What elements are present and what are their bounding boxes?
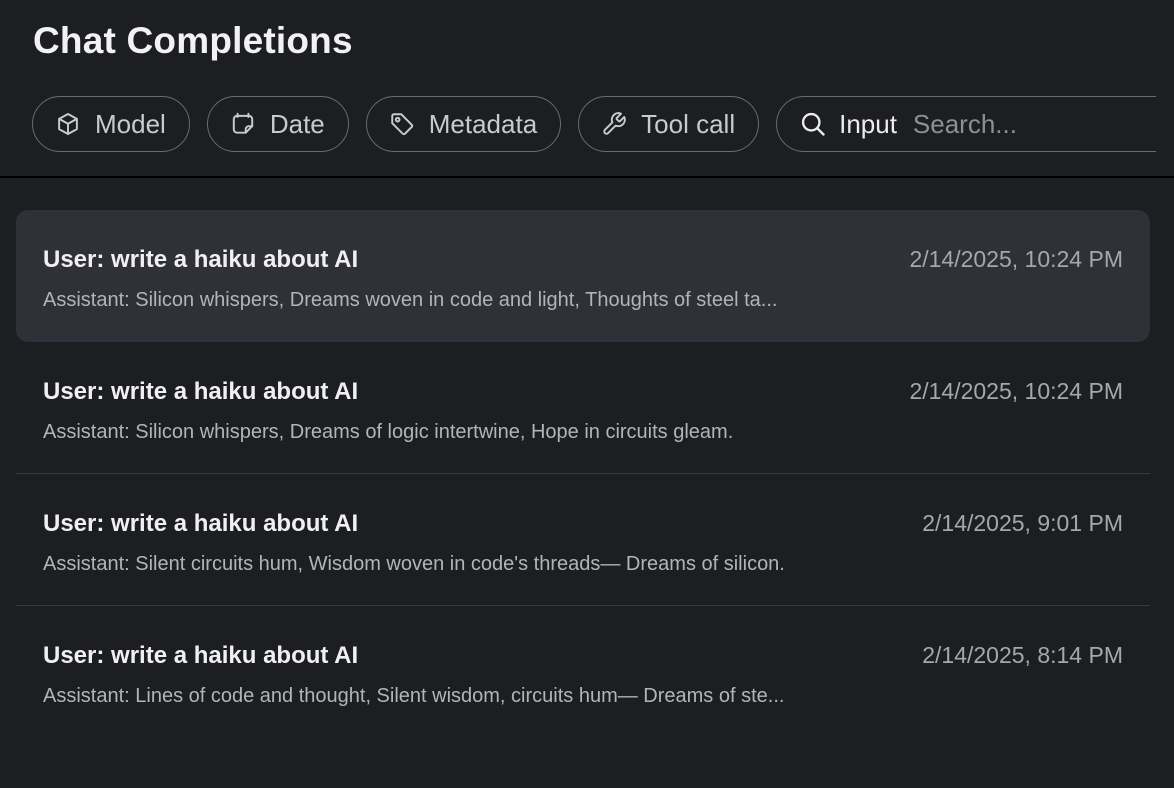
completion-timestamp: 2/14/2025, 10:24 PM xyxy=(909,378,1123,404)
search-icon xyxy=(799,110,827,138)
header-divider xyxy=(0,176,1174,178)
filter-bar: Model Date Metadata Tool call Input Sear… xyxy=(32,96,1157,152)
completion-timestamp: 2/14/2025, 9:01 PM xyxy=(922,510,1123,536)
tool-call-filter-label: Tool call xyxy=(641,108,736,139)
search-scope-label: Input xyxy=(839,108,897,139)
wrench-icon xyxy=(601,111,627,137)
user-message: User: write a haiku about AI xyxy=(43,510,359,537)
user-message: User: write a haiku about AI xyxy=(43,378,359,405)
date-filter-button[interactable]: Date xyxy=(206,96,349,152)
assistant-message: Assistant: Silicon whispers, Dreams wove… xyxy=(43,289,778,311)
page-header: Chat Completions Model Date Metadata Too… xyxy=(0,0,1174,178)
calendar-icon xyxy=(230,111,256,137)
user-message: User: write a haiku about AI xyxy=(43,642,359,669)
chat-completions-page: Chat Completions Model Date Metadata Too… xyxy=(0,0,1174,788)
page-title: Chat Completions xyxy=(33,20,353,61)
assistant-message: Assistant: Lines of code and thought, Si… xyxy=(43,685,785,707)
cube-icon xyxy=(55,111,81,137)
date-filter-label: Date xyxy=(269,108,325,139)
completion-timestamp: 2/14/2025, 8:14 PM xyxy=(922,642,1123,668)
tag-icon xyxy=(389,111,415,137)
completion-timestamp: 2/14/2025, 10:24 PM xyxy=(909,246,1123,272)
user-message: User: write a haiku about AI xyxy=(43,246,359,273)
completion-row[interactable]: User: write a haiku about AI 2/14/2025, … xyxy=(16,210,1150,342)
metadata-filter-button[interactable]: Metadata xyxy=(365,96,562,152)
completion-row[interactable]: User: write a haiku about AI 2/14/2025, … xyxy=(16,606,1150,738)
model-filter-label: Model xyxy=(95,108,166,139)
completion-row[interactable]: User: write a haiku about AI 2/14/2025, … xyxy=(16,342,1150,474)
metadata-filter-label: Metadata xyxy=(428,108,538,139)
assistant-message: Assistant: Silent circuits hum, Wisdom w… xyxy=(43,553,785,575)
input-search-field[interactable]: Input xyxy=(776,96,1157,152)
model-filter-button[interactable]: Model xyxy=(32,96,190,152)
completions-list: User: write a haiku about AI 2/14/2025, … xyxy=(16,210,1150,738)
tool-call-filter-button[interactable]: Tool call xyxy=(578,96,760,152)
assistant-message: Assistant: Silicon whispers, Dreams of l… xyxy=(43,421,734,443)
search-input[interactable] xyxy=(912,108,1123,140)
completion-row[interactable]: User: write a haiku about AI 2/14/2025, … xyxy=(16,474,1150,606)
